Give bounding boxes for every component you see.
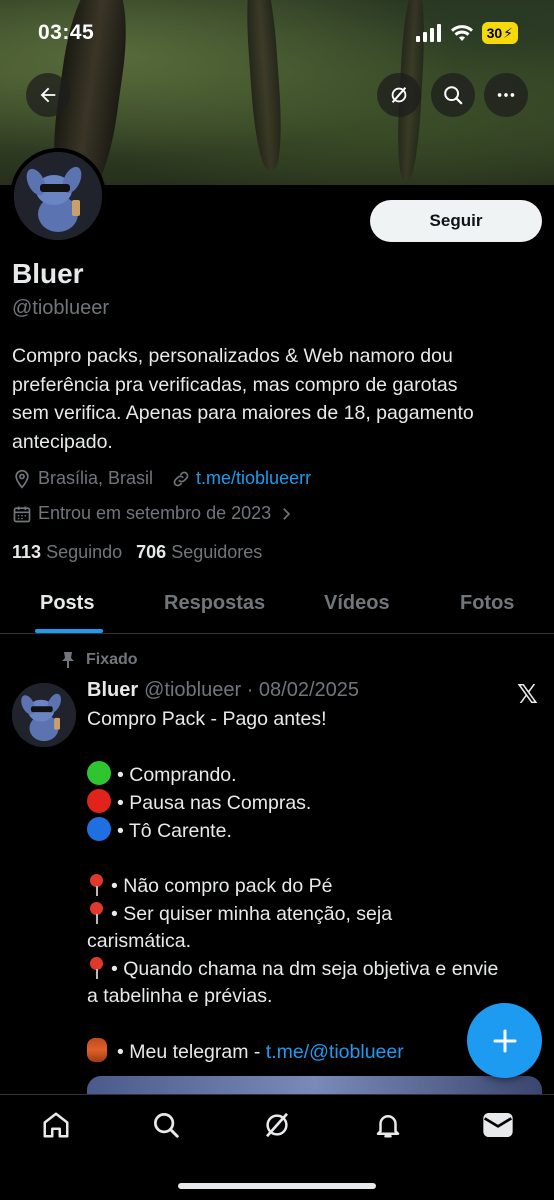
calendar-icon — [13, 506, 31, 522]
wifi-icon — [450, 25, 473, 41]
status-bar: 03:45 30 ⚡ — [0, 0, 554, 66]
tab-posts[interactable]: Posts — [40, 592, 94, 615]
followers-label: Seguidores — [171, 542, 263, 562]
search-icon — [444, 86, 463, 105]
round-pushpin-icon — [87, 900, 105, 924]
lantern-icon — [87, 1038, 107, 1063]
post-line: carismática. — [87, 929, 192, 952]
profile-name: Bluer — [12, 258, 84, 289]
profile-tabs: Posts Respostas Vídeos Fotos — [0, 578, 554, 634]
status-icons: 30 ⚡ — [415, 22, 518, 44]
bio-line: preferência pra verificadas, mas compro … — [12, 373, 458, 396]
signal-icon — [415, 24, 441, 42]
profile-joined-row[interactable]: Entrou em setembro de 2023 — [12, 503, 295, 524]
bio-line: sem verifica. Apenas para maiores de 18,… — [12, 402, 474, 424]
post-header: Bluer @tioblueer · 08/02/2025 — [87, 679, 359, 702]
more-horizontal-icon — [497, 93, 515, 97]
blue-circle-icon — [87, 816, 111, 841]
home-indicator[interactable] — [178, 1183, 376, 1189]
post-line: • Pausa nas Compras. — [87, 789, 542, 817]
post-handle-date: @tioblueer · 08/02/2025 — [144, 679, 360, 701]
round-pushpin-icon — [87, 872, 105, 897]
followers-count-link[interactable]: 706 Seguidores — [136, 542, 262, 563]
profile-meta-row: Brasília, Brasil t.me/tioblueerr — [12, 468, 311, 489]
grok-icon — [391, 87, 407, 103]
round-pushpin-icon — [87, 955, 105, 980]
post-line: • Comprando. — [87, 761, 542, 789]
search-icon — [154, 1113, 179, 1138]
avatar-illustration — [12, 683, 76, 747]
profile-location: Brasília, Brasil — [38, 468, 154, 488]
location-icon — [15, 469, 29, 489]
profile-avatar[interactable] — [10, 148, 106, 244]
post-line: • Tô Carente. — [87, 816, 542, 845]
post-line: • Não compro pack do Pé — [87, 872, 542, 900]
avatar-illustration — [14, 152, 102, 240]
chevron-right-icon — [283, 507, 291, 520]
active-tab-indicator — [35, 629, 103, 633]
grok-button[interactable] — [377, 73, 421, 117]
home-icon — [43, 1112, 69, 1138]
post-line: • Quando chama na dm seja objetiva e env… — [87, 955, 542, 983]
search-button[interactable] — [431, 73, 475, 117]
tab-replies[interactable]: Respostas — [164, 592, 265, 615]
post-media[interactable] — [87, 1076, 542, 1096]
tab-videos[interactable]: Vídeos — [324, 592, 390, 615]
arrow-left-icon — [40, 87, 56, 103]
following-label: Seguindo — [46, 542, 123, 562]
telegram-link[interactable]: t.me/@tioblueer — [266, 1041, 404, 1063]
more-button[interactable] — [484, 73, 528, 117]
follow-counts: 113 Seguindo 706 Seguidores — [12, 542, 262, 563]
follow-button[interactable]: Seguir — [370, 200, 542, 242]
compose-button[interactable] — [467, 1003, 542, 1078]
post-author-name[interactable]: Bluer — [87, 679, 138, 702]
grok-icon — [265, 1112, 289, 1138]
back-button[interactable] — [26, 73, 70, 117]
profile-website-link[interactable]: t.me/tioblueerr — [196, 468, 311, 489]
nav-search[interactable] — [150, 1109, 182, 1141]
pin-icon — [62, 652, 74, 668]
following-count-link[interactable]: 113 Seguindo — [12, 542, 122, 563]
status-time: 03:45 — [38, 21, 95, 44]
followers-count: 706 — [136, 542, 167, 562]
nav-home[interactable] — [40, 1109, 72, 1141]
post-line: a tabelinha e prévias. — [87, 984, 273, 1007]
pinned-label: Fixado — [86, 651, 138, 668]
post-line: • Ser quiser minha atenção, seja — [87, 900, 542, 928]
red-circle-icon — [87, 789, 111, 814]
bio-line: antecipado. — [12, 430, 113, 453]
tab-photos[interactable]: Fotos — [460, 592, 514, 615]
battery-indicator: 30 ⚡ — [481, 22, 518, 44]
post-text[interactable]: Compro Pack - Pago antes! • Comprando. •… — [87, 706, 542, 1066]
pinned-indicator: Fixado — [60, 651, 138, 669]
plus-icon — [493, 1029, 516, 1052]
profile-handle: @tioblueer — [12, 297, 110, 319]
following-count: 113 — [12, 542, 42, 562]
profile-joined: Entrou em setembro de 2023 — [38, 503, 272, 523]
messages-icon — [483, 1113, 513, 1137]
bio-line: Compro packs, personalizados & Web namor… — [12, 345, 453, 367]
post-line: Compro Pack - Pago antes! — [87, 708, 327, 730]
green-circle-icon — [87, 761, 111, 786]
profile-bio: Compro packs, personalizados & Web namor… — [12, 342, 532, 456]
link-icon — [173, 471, 189, 486]
nav-notifications[interactable] — [372, 1109, 404, 1141]
nav-grok[interactable] — [261, 1109, 293, 1141]
notifications-icon — [376, 1115, 400, 1138]
post-author-avatar[interactable] — [12, 683, 76, 747]
nav-messages[interactable] — [482, 1109, 514, 1141]
